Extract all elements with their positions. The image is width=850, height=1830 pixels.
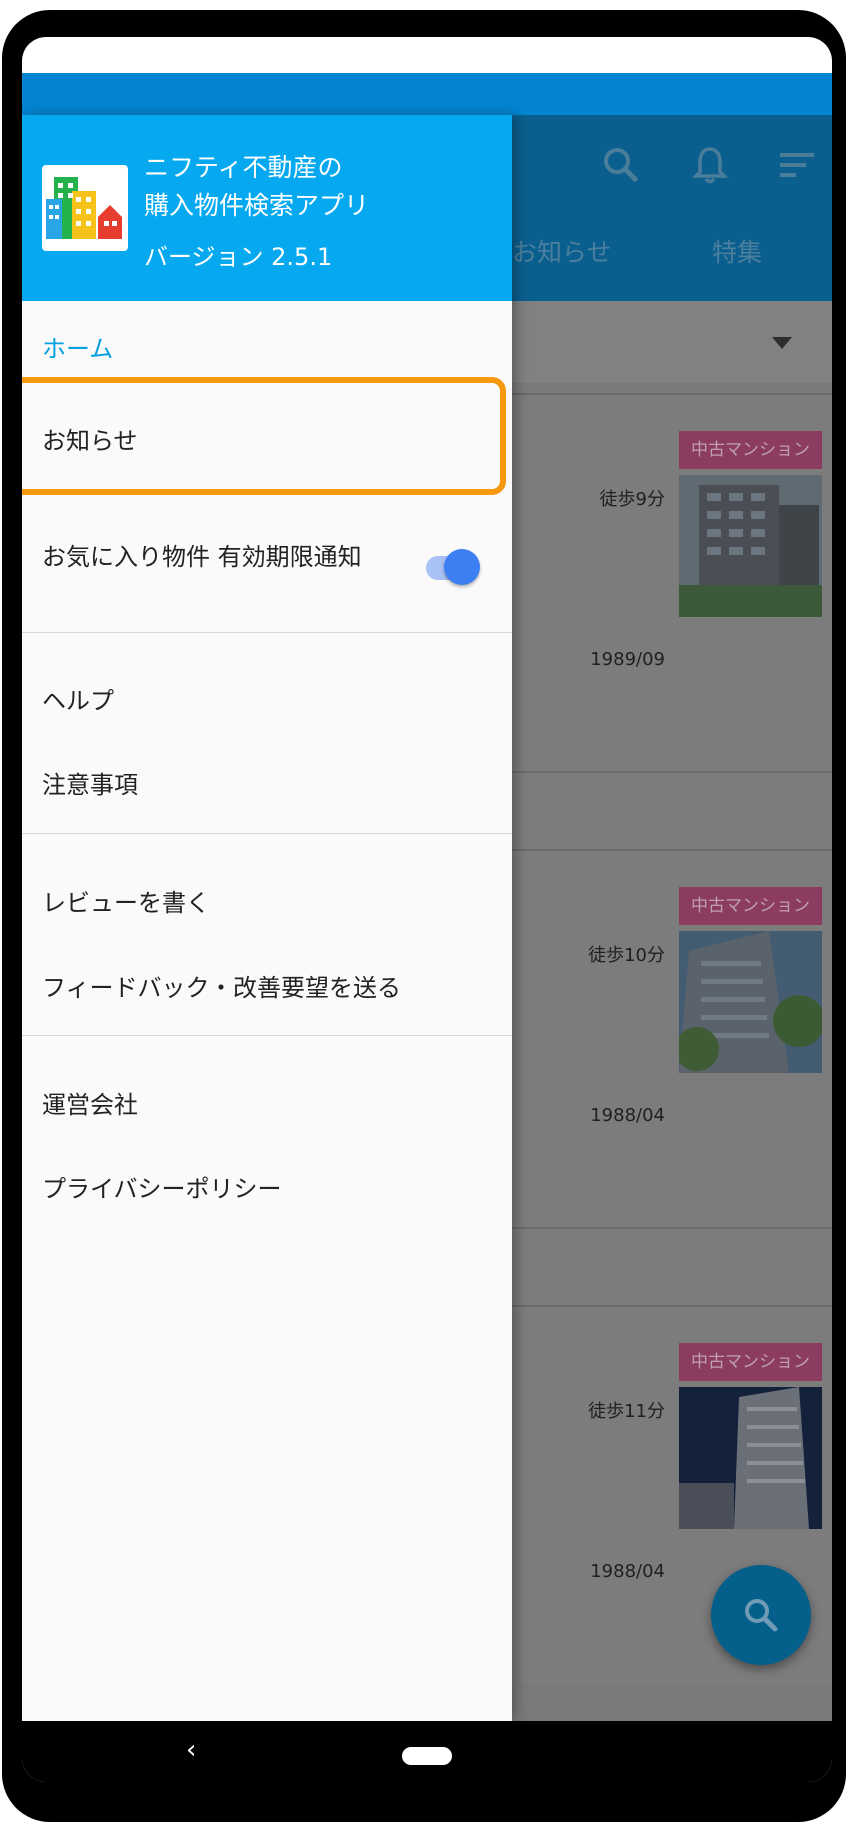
drawer-item-company[interactable]: 運営会社	[42, 1085, 138, 1120]
property-type-badge: 中古マンション	[679, 431, 822, 469]
dropdown-arrow-icon[interactable]	[772, 337, 792, 349]
app-version: バージョン 2.5.1	[144, 243, 333, 271]
bell-icon[interactable]	[686, 141, 734, 189]
walk-time: 徒歩10分	[588, 945, 665, 966]
back-icon[interactable]: ‹	[186, 1735, 196, 1765]
search-fab[interactable]	[711, 1565, 811, 1665]
navigation-drawer: ニフティ不動産の 購入物件検索アプリ バージョン 2.5.1 ホーム お知らせ …	[22, 115, 512, 1721]
screen: お知らせ 特集 中古マンション 徒歩9分 1989/09 中古マンション 徒歩1…	[22, 37, 832, 1782]
favorite-notice-toggle[interactable]	[426, 549, 480, 585]
app-title: ニフティ不動産の 購入物件検索アプリ	[144, 149, 369, 225]
property-type-badge: 中古マンション	[679, 887, 822, 925]
built-date: 1988/04	[590, 1561, 665, 1582]
toggle-knob	[444, 549, 480, 585]
property-type-badge: 中古マンション	[679, 1343, 822, 1381]
system-nav-bar: ‹	[22, 1721, 832, 1782]
divider	[22, 1035, 512, 1036]
sort-icon[interactable]	[774, 141, 822, 189]
built-date: 1989/09	[590, 649, 665, 670]
status-bar	[22, 73, 832, 115]
walk-time: 徒歩11分	[588, 1401, 665, 1422]
built-date: 1988/04	[590, 1105, 665, 1126]
property-photo	[679, 931, 822, 1073]
home-pill-icon[interactable]	[402, 1747, 452, 1765]
walk-time: 徒歩9分	[599, 489, 665, 510]
property-photo	[679, 475, 822, 617]
drawer-item-feedback[interactable]: フィードバック・改善要望を送る	[42, 968, 401, 1003]
tab-features[interactable]: 特集	[712, 233, 762, 269]
drawer-item-notes[interactable]: 注意事項	[42, 765, 138, 800]
search-icon[interactable]	[597, 141, 645, 189]
drawer-item-home[interactable]: ホーム	[42, 329, 113, 364]
app-title-line2: 購入物件検索アプリ	[144, 191, 370, 220]
divider	[22, 833, 512, 834]
drawer-item-review[interactable]: レビューを書く	[42, 883, 210, 918]
tab-news[interactable]: お知らせ	[512, 233, 612, 269]
fab-search-icon	[741, 1595, 781, 1639]
app-logo	[42, 165, 128, 251]
phone-frame: お知らせ 特集 中古マンション 徒歩9分 1989/09 中古マンション 徒歩1…	[2, 10, 846, 1822]
drawer-item-favorite-notice[interactable]: お気に入り物件 有効期限通知	[42, 537, 362, 572]
drawer-item-news[interactable]: お知らせ	[42, 421, 138, 456]
property-photo	[679, 1387, 822, 1529]
app-title-line1: ニフティ不動産の	[144, 153, 343, 182]
divider	[22, 632, 512, 633]
drawer-item-help[interactable]: ヘルプ	[42, 681, 114, 716]
drawer-header: ニフティ不動産の 購入物件検索アプリ バージョン 2.5.1	[22, 115, 512, 301]
drawer-item-privacy[interactable]: プライバシーポリシー	[42, 1169, 282, 1204]
